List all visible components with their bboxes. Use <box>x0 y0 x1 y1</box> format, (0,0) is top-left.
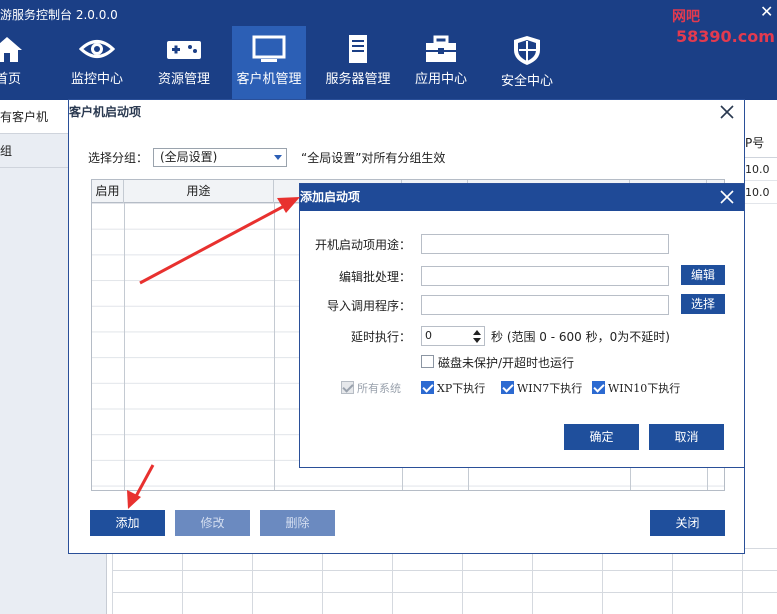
ok-button[interactable]: 确定 <box>564 424 639 450</box>
global-setting-hint: “全局设置”对所有分组生效 <box>301 151 446 165</box>
nav-server-management[interactable]: 服务器管理 <box>320 26 396 100</box>
client-table-background <box>112 548 777 614</box>
group-select-value: (全局设置) <box>160 150 218 164</box>
nav-server-label: 服务器管理 <box>325 72 391 87</box>
eye-icon <box>79 40 115 58</box>
nav-security-center[interactable]: 安全中心 <box>498 26 556 100</box>
all-systems-checkbox <box>341 381 354 394</box>
program-input[interactable] <box>421 295 669 315</box>
add-startup-item-dialog: 添加启动项 开机启动项用途： 编辑批处理： 编辑 导入调用程序： 选择 延时执行… <box>299 183 745 468</box>
select-program-button[interactable]: 选择 <box>681 294 725 314</box>
nav-monitor-center[interactable]: 监控中心 <box>62 26 132 100</box>
nav-security-label: 安全中心 <box>500 74 553 89</box>
nav-monitor-label: 监控中心 <box>70 72 123 87</box>
disk-unprotected-label: 磁盘未保护/开超时也运行 <box>438 356 575 370</box>
batch-label: 编辑批处理： <box>338 270 411 284</box>
cancel-button[interactable]: 取消 <box>649 424 724 450</box>
disk-unprotected-checkbox[interactable] <box>421 355 434 368</box>
delay-label: 延时执行： <box>350 330 411 344</box>
svg-text:网吧: 网吧 <box>672 9 700 25</box>
close-icon[interactable] <box>718 188 736 206</box>
nav-app-label: 应用中心 <box>414 72 467 87</box>
xp-checkbox[interactable] <box>421 381 434 394</box>
all-systems-label: 所有系统 <box>357 382 401 395</box>
top-navigation-bar: 游服务控制台 2.0.0.0 首页 监控中心 资源管理 客户机管理 服务器管理 … <box>0 0 777 100</box>
home-icon <box>0 37 22 62</box>
win10-checkbox[interactable] <box>592 381 605 394</box>
purpose-label: 开机启动项用途： <box>314 238 411 252</box>
column-header-enabled: 启用 <box>92 180 124 203</box>
nav-app-center[interactable]: 应用中心 <box>412 26 470 100</box>
chevron-down-icon <box>274 155 282 160</box>
delay-value: 0 <box>425 329 432 342</box>
edit-batch-button[interactable]: 编辑 <box>681 265 725 285</box>
win7-label: WIN7下执行 <box>517 382 583 395</box>
arrow-up-icon[interactable] <box>473 330 481 335</box>
nav-resource-management[interactable]: 资源管理 <box>148 26 220 100</box>
arrow-down-icon[interactable] <box>473 338 481 343</box>
nav-home[interactable]: 首页 <box>0 26 30 100</box>
group-select[interactable]: (全局设置) <box>153 148 287 167</box>
ip-cell: 10.0 <box>745 158 777 181</box>
add-button[interactable]: 添加 <box>90 510 165 536</box>
ip-cell: 10.0 <box>745 181 777 204</box>
close-icon[interactable] <box>718 103 736 121</box>
column-divider <box>274 203 275 490</box>
purpose-input[interactable] <box>421 234 669 254</box>
win7-checkbox[interactable] <box>501 381 514 394</box>
gamepad-icon <box>167 41 201 59</box>
toolbox-icon <box>426 35 456 62</box>
svg-text:58390.com: 58390.com <box>676 27 775 46</box>
batch-input[interactable] <box>421 266 669 286</box>
win10-label: WIN10下执行 <box>608 382 681 395</box>
column-divider <box>124 203 125 490</box>
delay-stepper[interactable]: 0 <box>421 326 485 346</box>
program-label: 导入调用程序： <box>326 299 411 313</box>
server-icon <box>349 35 367 63</box>
window-close-button[interactable]: ✕ <box>760 4 773 20</box>
group-select-label: 选择分组： <box>88 151 149 165</box>
client-table-ip-column: P号 10.0 10.0 <box>744 128 777 548</box>
nav-client-label: 客户机管理 <box>236 72 302 87</box>
column-header-purpose: 用途 <box>124 180 274 203</box>
nav-client-management[interactable]: 客户机管理 <box>232 26 306 100</box>
dialog-title: 添加启动项 <box>300 184 744 211</box>
delay-range-hint: 秒 (范围 0 - 600 秒，0为不延时) <box>491 330 670 344</box>
edit-button[interactable]: 修改 <box>175 510 250 536</box>
xp-label: XP下执行 <box>437 382 486 395</box>
shield-icon <box>514 36 540 65</box>
close-button[interactable]: 关闭 <box>650 510 725 536</box>
app-title: 游服务控制台 2.0.0.0 <box>0 8 118 22</box>
monitor-icon <box>252 35 286 62</box>
dialog-title: 客户机启动项 <box>69 105 142 119</box>
nav-resource-label: 资源管理 <box>157 72 210 87</box>
delete-button[interactable]: 删除 <box>260 510 335 536</box>
ip-column-header: P号 <box>745 128 777 158</box>
nav-home-label: 首页 <box>0 72 21 87</box>
